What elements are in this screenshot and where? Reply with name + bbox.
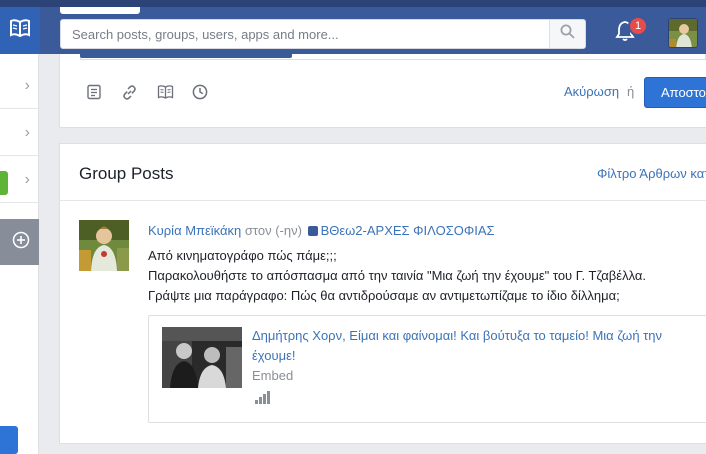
- notification-count-badge[interactable]: 1: [628, 16, 648, 36]
- clock-icon[interactable]: [191, 83, 209, 101]
- embed-thumbnail[interactable]: [162, 327, 242, 388]
- signal-bars-icon: [254, 390, 272, 404]
- post-header: Κυρία Μπεϊκάκη στον (-ην) ΒΘεω2-ΑΡΧΕΣ ΦΙ…: [148, 223, 495, 238]
- search-button[interactable]: [549, 20, 585, 48]
- post-text-line: Γράψτε μια παράγραφο: Πώς θα αντιδρούσαμ…: [148, 288, 620, 303]
- search-input[interactable]: [61, 20, 551, 48]
- sidebar-item-2[interactable]: ›: [0, 111, 39, 156]
- post-author-avatar[interactable]: [79, 220, 129, 271]
- search-icon: [560, 24, 575, 44]
- filter-posts-link[interactable]: Φίλτρο Άρθρων κατά: [597, 166, 706, 181]
- or-text: ή: [627, 84, 635, 99]
- sidebar-item-1[interactable]: ›: [0, 64, 39, 109]
- sidebar-add-button[interactable]: [0, 219, 39, 265]
- sidebar-blue-button[interactable]: [0, 426, 18, 454]
- left-sidebar: › › ›: [0, 54, 39, 454]
- chevron-right-icon: ›: [24, 77, 30, 94]
- post-author-link[interactable]: Κυρία Μπεϊκάκη: [148, 223, 241, 238]
- post-group-link[interactable]: ΒΘεω2-ΑΡΧΕΣ ΦΙΛΟΣΟΦΙΑΣ: [321, 223, 495, 238]
- book-icon: [9, 18, 31, 43]
- embed-title-link[interactable]: Δημήτρης Χορν, Είμαι και φαίνομαι! Και β…: [252, 326, 682, 366]
- post-in-text: στον (-ην): [244, 223, 302, 238]
- logo-button[interactable]: [0, 7, 40, 54]
- submit-post-button[interactable]: Αποστολή: [644, 77, 706, 108]
- sidebar-green-marker: [0, 171, 8, 195]
- next-card-edge: [59, 443, 706, 454]
- post-text-line: Παρακολουθήστε το απόσπασμα από την ταιν…: [148, 268, 647, 283]
- book-icon[interactable]: [156, 83, 174, 101]
- link-icon[interactable]: [120, 83, 138, 101]
- user-avatar[interactable]: [668, 18, 698, 48]
- section-title: Group Posts: [79, 164, 174, 183]
- post-text-line: Από κινηματογράφο πώς πάμε;;;: [148, 248, 337, 263]
- embed-source-label: Embed: [252, 368, 294, 383]
- plus-circle-icon: [12, 231, 30, 254]
- search-bar: [60, 19, 586, 49]
- composer-focus-bar: [80, 54, 292, 58]
- group-icon: [307, 226, 318, 236]
- chevron-right-icon: ›: [24, 171, 30, 188]
- browser-tab-fragment: [60, 7, 140, 14]
- note-icon[interactable]: [85, 83, 103, 101]
- chevron-right-icon: ›: [24, 124, 30, 141]
- cancel-link[interactable]: Ακύρωση: [564, 84, 619, 99]
- divider: [59, 200, 706, 201]
